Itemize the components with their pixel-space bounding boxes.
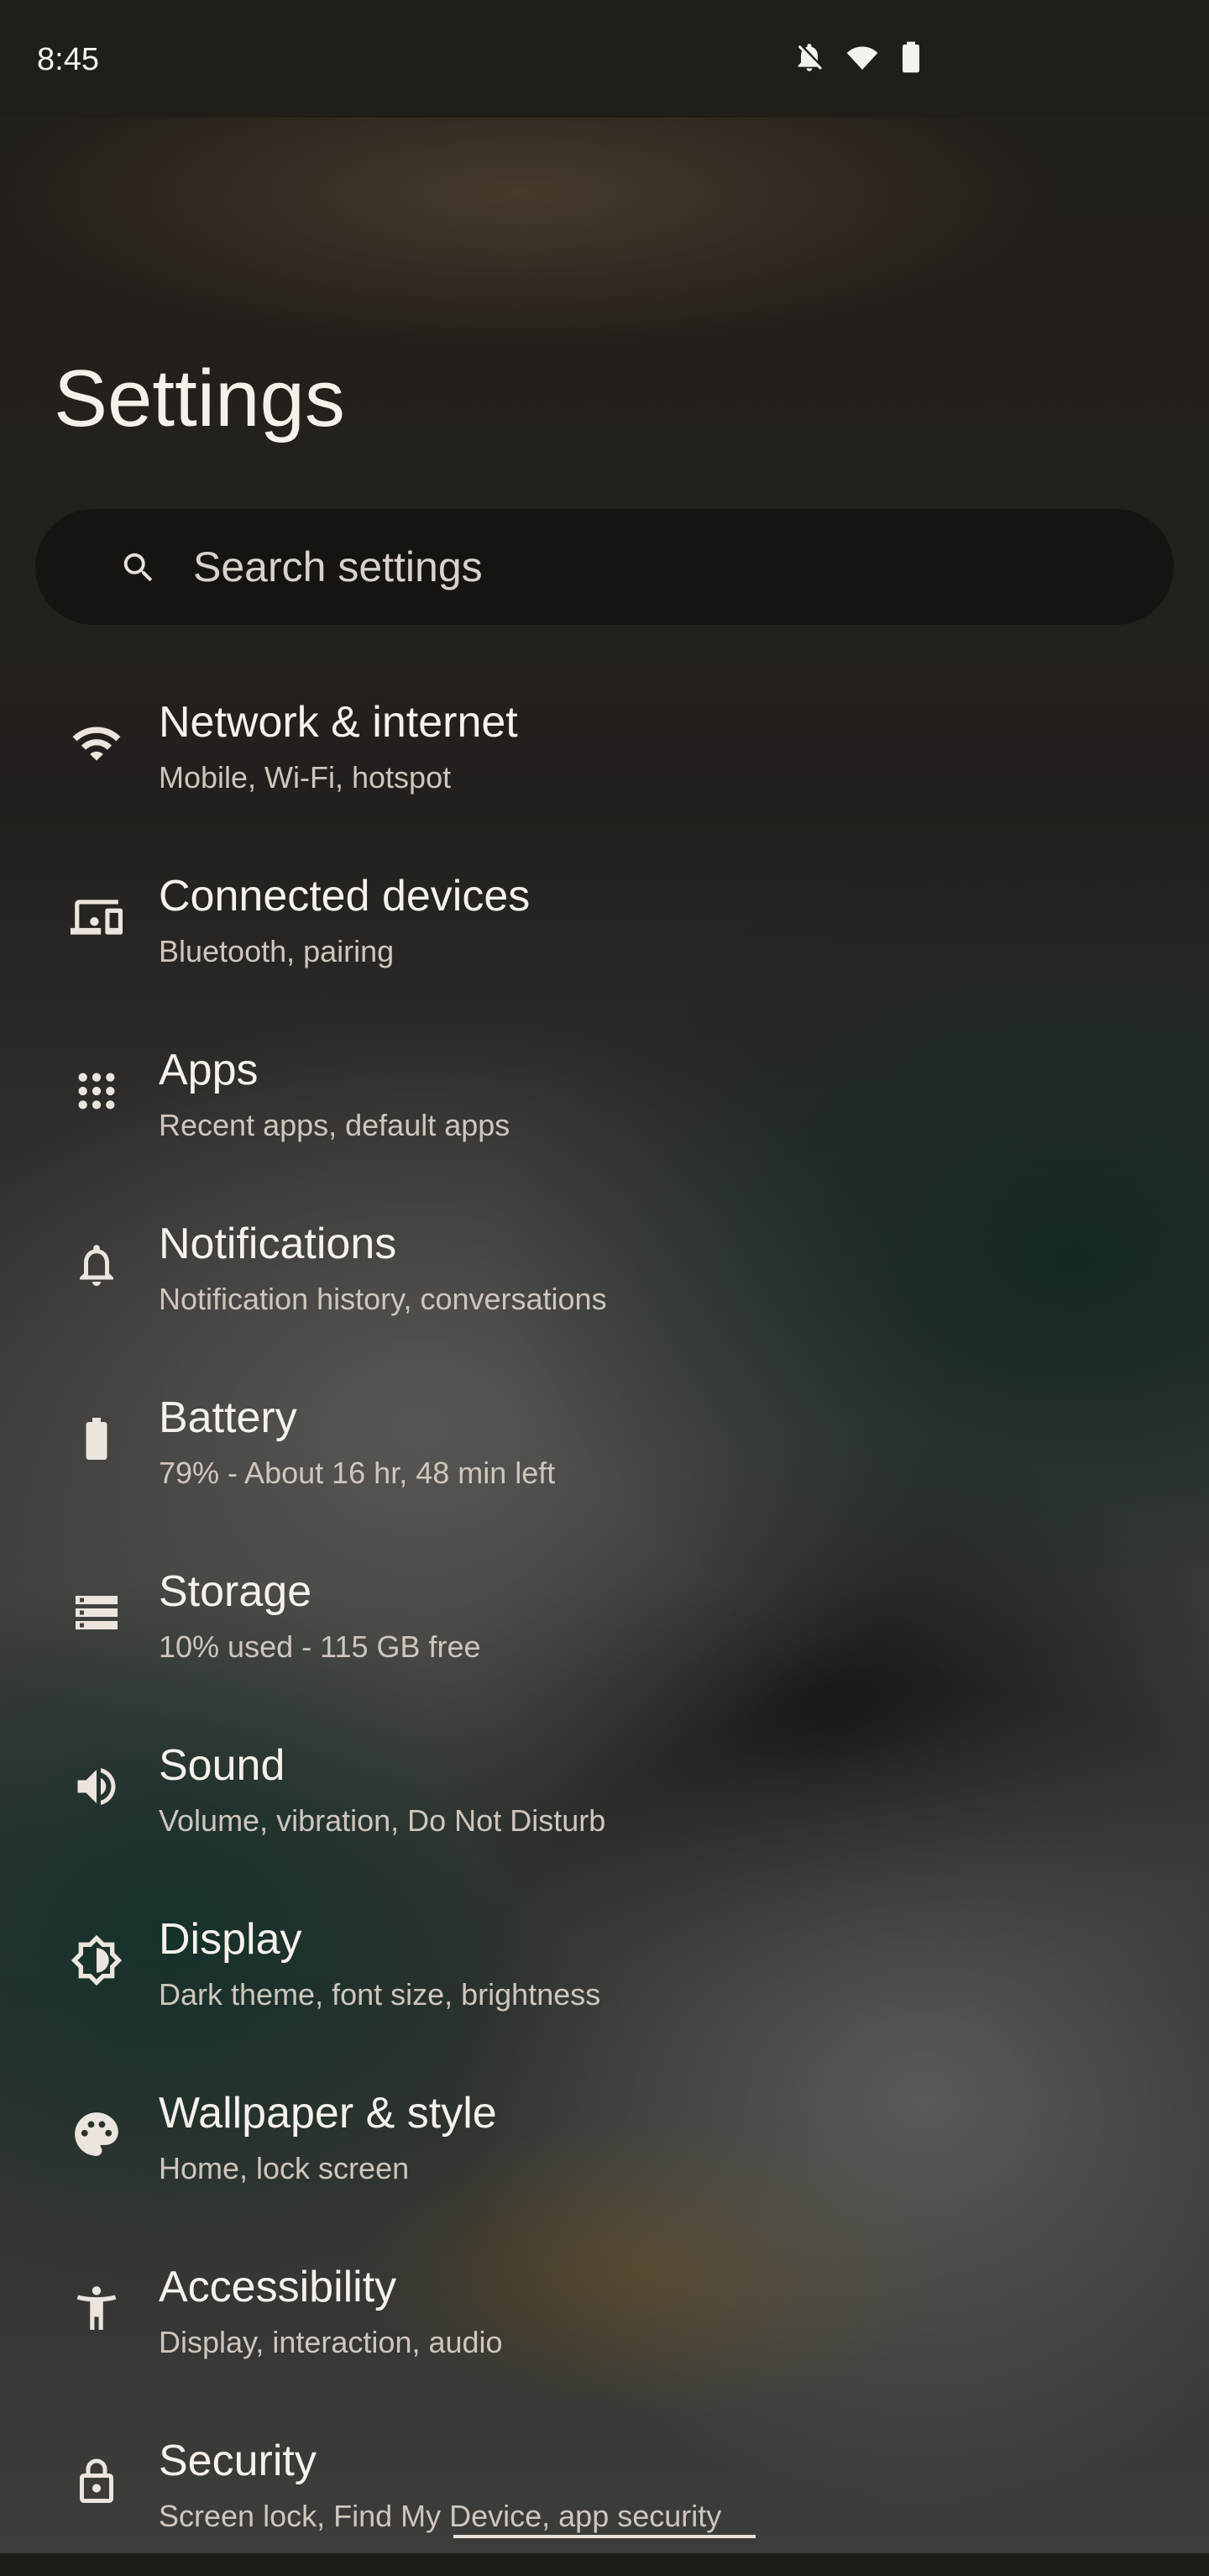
settings-item-title: Storage (159, 1567, 312, 1616)
page-title: Settings (54, 354, 345, 443)
wifi-icon (845, 40, 880, 74)
settings-item-title: Accessibility (159, 2263, 397, 2311)
settings-item-title: Notifications (159, 1220, 397, 1268)
settings-item-apps[interactable]: Apps Recent apps, default apps (0, 1011, 1209, 1185)
settings-item-subtitle: Volume, vibration, Do Not Disturb (159, 1803, 606, 1838)
lock-icon (69, 2454, 124, 2510)
settings-item-wallpaper[interactable]: Wallpaper & style Home, lock screen (0, 2054, 1209, 2228)
settings-item-title: Connected devices (159, 872, 531, 921)
settings-item-accessibility[interactable]: Accessibility Display, interaction, audi… (0, 2228, 1209, 2402)
speaker-icon (69, 1759, 124, 1814)
apps-grid-icon (69, 1063, 124, 1119)
search-bar[interactable]: Search settings (35, 509, 1174, 625)
settings-item-subtitle: 79% - About 16 hr, 48 min left (159, 1456, 556, 1490)
settings-item-subtitle: Notification history, conversations (159, 1282, 607, 1316)
settings-item-title: Network & internet (159, 698, 518, 747)
notifications-off-icon (793, 40, 826, 74)
settings-page: Settings Search settings Network & inter… (0, 0, 1209, 2553)
battery-icon (69, 1411, 124, 1466)
search-icon (119, 548, 158, 591)
brightness-icon (69, 1933, 124, 1988)
wifi-icon (69, 716, 124, 771)
settings-item-battery[interactable]: Battery 79% - About 16 hr, 48 min left (0, 1359, 1209, 1533)
settings-item-subtitle: Display, interaction, audio (159, 2325, 503, 2359)
settings-item-storage[interactable]: Storage 10% used - 115 GB free (0, 1533, 1209, 1707)
settings-item-connected-devices[interactable]: Connected devices Bluetooth, pairing (0, 837, 1209, 1011)
status-bar: 8:45 (0, 0, 1209, 118)
settings-item-title: Display (159, 1915, 302, 1964)
devices-icon (69, 889, 124, 945)
settings-item-title: Wallpaper & style (159, 2089, 497, 2138)
settings-item-title: Security (159, 2437, 317, 2485)
search-input[interactable]: Search settings (193, 509, 483, 625)
settings-item-subtitle: Mobile, Wi‑Fi, hotspot (159, 760, 452, 795)
palette-icon (69, 2106, 124, 2162)
status-icons (793, 40, 924, 74)
settings-item-sound[interactable]: Sound Volume, vibration, Do Not Disturb (0, 1707, 1209, 1881)
battery-icon (898, 40, 924, 74)
settings-item-title: Apps (159, 1046, 259, 1094)
settings-item-title: Sound (159, 1741, 285, 1790)
settings-item-subtitle: Dark theme, font size, brightness (159, 1977, 601, 2012)
storage-icon (69, 1585, 124, 1640)
accessibility-icon (69, 2280, 124, 2336)
settings-item-subtitle: Screen lock, Find My Device, app securit… (159, 2499, 722, 2533)
status-time: 8:45 (37, 42, 99, 77)
settings-item-security[interactable]: Security Screen lock, Find My Device, ap… (0, 2402, 1209, 2576)
scroll-indicator (453, 2535, 756, 2538)
settings-item-subtitle: 10% used - 115 GB free (159, 1629, 481, 1664)
settings-item-subtitle: Recent apps, default apps (159, 1108, 510, 1142)
settings-item-title: Battery (159, 1393, 297, 1442)
bell-icon (69, 1237, 124, 1293)
settings-item-subtitle: Bluetooth, pairing (159, 934, 395, 968)
settings-item-subtitle: Home, lock screen (159, 2151, 410, 2185)
settings-list: Network & internet Mobile, Wi‑Fi, hotspo… (0, 664, 1209, 2576)
settings-item-network[interactable]: Network & internet Mobile, Wi‑Fi, hotspo… (0, 664, 1209, 837)
settings-item-notifications[interactable]: Notifications Notification history, conv… (0, 1185, 1209, 1359)
settings-item-display[interactable]: Display Dark theme, font size, brightnes… (0, 1881, 1209, 2054)
